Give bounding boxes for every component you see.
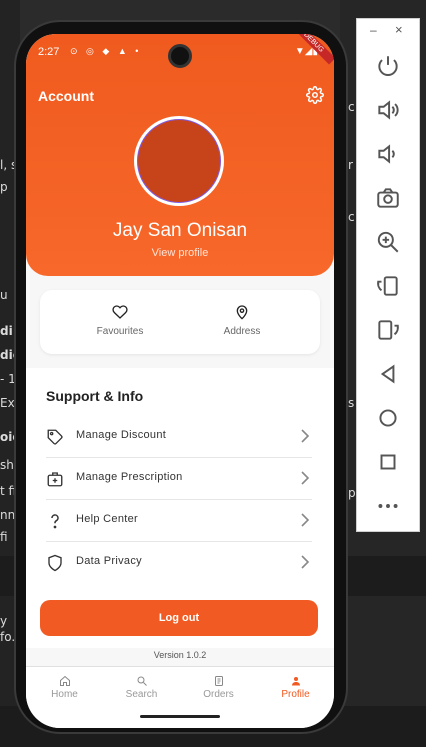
nav-home[interactable]: Home	[26, 675, 103, 700]
avatar[interactable]	[134, 116, 224, 206]
logout-button[interactable]: Log out	[40, 600, 318, 636]
volume-down-icon[interactable]	[375, 141, 401, 167]
camera-icon[interactable]	[375, 185, 401, 211]
address-label: Address	[223, 326, 261, 337]
address-button[interactable]: Address	[192, 304, 292, 337]
quick-actions-card: Favourites Address	[40, 290, 320, 354]
home-icon	[59, 675, 70, 686]
gesture-bar[interactable]	[140, 715, 220, 718]
user-name: Jay San Onisan	[112, 220, 248, 241]
page-title: Account	[38, 88, 94, 104]
list-item-label: Help Center	[76, 513, 138, 525]
nav-label: Orders	[203, 689, 234, 700]
power-icon[interactable]	[375, 53, 401, 79]
favourites-label: Favourites	[96, 326, 144, 337]
nav-label: Search	[125, 689, 158, 700]
chevron-right-icon	[301, 513, 310, 527]
zoom-icon[interactable]	[375, 229, 401, 255]
background-text: s	[348, 396, 355, 410]
chevron-right-icon	[301, 555, 310, 569]
profile-header: 2:27 ⊙ ◎ ◆ ▲ • ▼◢▮ DEBUG Account Jay San…	[26, 34, 334, 276]
profile-icon	[291, 677, 300, 686]
volume-up-icon[interactable]	[375, 97, 401, 123]
status-time: 2:27	[38, 46, 60, 58]
favourites-button[interactable]: Favourites	[70, 304, 170, 337]
orders-icon	[214, 676, 223, 686]
close-button[interactable]: ×	[395, 22, 403, 37]
background-text: p	[0, 180, 8, 194]
nav-search[interactable]: Search	[103, 675, 180, 700]
app-version: Version 1.0.2	[153, 650, 207, 660]
front-camera	[168, 44, 192, 68]
view-profile-link[interactable]: View profile	[26, 247, 334, 259]
app-screen: 2:27 ⊙ ◎ ◆ ▲ • ▼◢▮ DEBUG Account Jay San…	[26, 34, 334, 728]
rotate-left-icon[interactable]	[375, 273, 401, 299]
list-item-manage-prescription[interactable]: Manage Prescription	[46, 458, 312, 500]
list-item-label: Data Privacy	[76, 555, 142, 567]
nav-orders[interactable]: Orders	[180, 675, 257, 700]
background-text: sh	[0, 458, 14, 472]
nav-label: Home	[51, 689, 78, 700]
emulator-toolbar: – ×	[356, 18, 420, 532]
chevron-right-icon	[301, 429, 310, 443]
background-text: c	[348, 100, 355, 114]
home-circle-icon[interactable]	[375, 405, 401, 431]
medical-kit-icon	[47, 472, 63, 487]
tag-icon	[47, 429, 63, 445]
back-icon[interactable]	[375, 361, 401, 387]
toolbar-titlebar: – ×	[357, 19, 421, 43]
background-text: fo.	[0, 630, 16, 644]
background-text: y	[0, 614, 8, 628]
nav-label: Profile	[281, 689, 310, 700]
gear-icon[interactable]	[306, 86, 324, 104]
status-icons: ⊙ ◎ ◆ ▲ •	[70, 46, 142, 56]
background-text: fi	[0, 530, 8, 544]
background-text: nn	[0, 508, 16, 522]
list-item-data-privacy[interactable]: Data Privacy	[46, 542, 312, 584]
shield-icon	[48, 554, 62, 572]
background-text: di	[0, 324, 13, 338]
rotate-right-icon[interactable]	[375, 317, 401, 343]
nav-profile[interactable]: Profile	[257, 675, 334, 700]
overview-icon[interactable]	[375, 449, 401, 475]
bottom-navigation: Home Search Orders Profile	[26, 666, 334, 728]
location-pin-icon	[236, 305, 248, 320]
list-item-manage-discount[interactable]: Manage Discount	[46, 416, 312, 458]
list-item-label: Manage Prescription	[76, 471, 183, 483]
more-icon[interactable]	[375, 493, 401, 519]
background-text: u	[0, 288, 8, 302]
background-text: r	[348, 158, 353, 172]
question-icon	[51, 514, 59, 529]
heart-icon	[112, 305, 128, 319]
list-item-help-center[interactable]: Help Center	[46, 500, 312, 542]
background-text: c	[348, 210, 355, 224]
section-title: Support & Info	[46, 388, 144, 404]
list-item-label: Manage Discount	[76, 429, 167, 441]
minimize-button[interactable]: –	[370, 23, 377, 37]
chevron-right-icon	[301, 471, 310, 485]
search-icon	[137, 676, 147, 686]
